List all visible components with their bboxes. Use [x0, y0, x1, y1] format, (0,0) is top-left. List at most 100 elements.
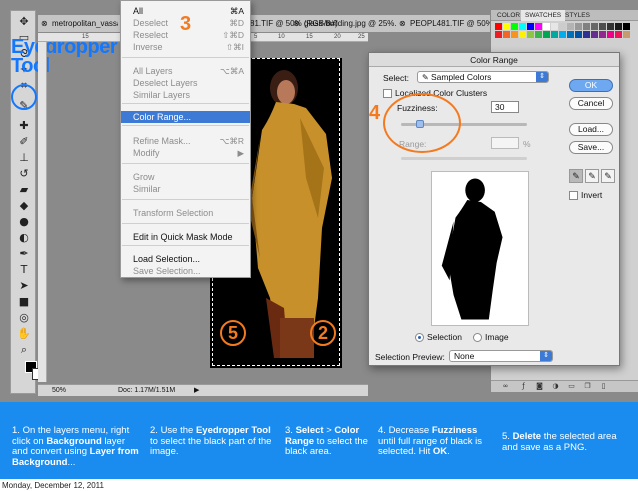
cancel-button[interactable]: Cancel — [569, 97, 613, 110]
color-swatch[interactable] — [591, 23, 598, 30]
menu-item-similar[interactable]: Similar — [121, 183, 250, 195]
menu-item-save-selection[interactable]: Save Selection... — [121, 265, 250, 277]
status-arrow-icon[interactable]: ▶ — [194, 385, 199, 397]
color-swatch[interactable] — [527, 31, 534, 38]
menu-item-load-selection[interactable]: Load Selection... — [121, 253, 250, 265]
menu-item-similar-layers[interactable]: Similar Layers — [121, 89, 250, 101]
menu-item-transform-selection[interactable]: Transform Selection — [121, 207, 250, 219]
close-icon[interactable]: ⊗ — [293, 15, 300, 33]
color-swatch[interactable] — [543, 31, 550, 38]
subtract-eyedropper-icon[interactable]: ✎ — [601, 169, 615, 183]
menu-item-color-range[interactable]: Color Range... — [121, 111, 250, 123]
color-swatch[interactable] — [519, 31, 526, 38]
tab-swatches[interactable]: SWATCHES — [521, 10, 566, 21]
color-swatch[interactable] — [495, 31, 502, 38]
color-swatch[interactable] — [575, 31, 582, 38]
color-swatch[interactable] — [599, 23, 606, 30]
tab-styles[interactable]: STYLES — [561, 10, 594, 21]
color-swatch[interactable] — [527, 23, 534, 30]
document-tab[interactable]: ⊗metropolitan_vassar... — [38, 15, 118, 33]
pen-tool-icon[interactable]: ✒ — [15, 247, 33, 261]
type-tool-icon[interactable]: T — [15, 263, 33, 277]
add-eyedropper-icon[interactable]: ✎ — [585, 169, 599, 183]
load-button[interactable]: Load... — [569, 123, 613, 136]
color-swatch[interactable] — [623, 31, 630, 38]
color-swatch[interactable] — [599, 31, 606, 38]
trash-icon[interactable]: ▯ — [599, 382, 608, 391]
menu-item-inverse[interactable]: Inverse ⇧⌘I — [121, 41, 250, 53]
eyedropper-icon[interactable]: ✎ — [569, 169, 583, 183]
radio-selection[interactable] — [415, 333, 424, 342]
brush-tool-icon[interactable]: ✐ — [15, 135, 33, 149]
color-swatch[interactable] — [503, 31, 510, 38]
clone-stamp-tool-icon[interactable]: ⊥ — [15, 151, 33, 165]
swatch-grid[interactable] — [495, 23, 631, 53]
color-swatch[interactable] — [607, 31, 614, 38]
history-brush-tool-icon[interactable]: ↺ — [15, 167, 33, 181]
color-swatch[interactable] — [623, 23, 630, 30]
paint-bucket-tool-icon[interactable]: ◆ — [15, 199, 33, 213]
menu-item-modify[interactable]: Modify ▶ — [121, 147, 250, 159]
color-swatch[interactable] — [583, 23, 590, 30]
menu-item-grow[interactable]: Grow — [121, 171, 250, 183]
path-selection-tool-icon[interactable]: ➤ — [15, 279, 33, 293]
ok-button[interactable]: OK — [569, 79, 613, 92]
blur-tool-icon[interactable]: ● — [15, 215, 33, 229]
healing-brush-tool-icon[interactable]: ✚ — [15, 119, 33, 133]
invert-checkbox[interactable] — [569, 191, 578, 200]
fx-icon[interactable]: ƒ — [519, 382, 528, 391]
save-button[interactable]: Save... — [569, 141, 613, 154]
radio-selection-label: Selection — [427, 332, 462, 342]
range-slider[interactable] — [401, 157, 527, 160]
shape-tool-icon[interactable]: ■ — [15, 295, 33, 309]
color-swatch[interactable] — [551, 23, 558, 30]
close-icon[interactable]: ⊗ — [399, 15, 406, 33]
color-swatch[interactable] — [551, 31, 558, 38]
adjustment-icon[interactable]: ◑ — [551, 382, 560, 391]
color-swatch[interactable] — [567, 23, 574, 30]
color-swatch[interactable] — [567, 31, 574, 38]
fuzziness-input[interactable]: 30 — [491, 101, 519, 113]
color-swatch[interactable] — [535, 23, 542, 30]
selection-preview-label: Selection Preview: — [375, 352, 445, 362]
document-tab[interactable]: ⊗ glass-building.jpg @ 25%... — [290, 15, 396, 33]
radio-image[interactable] — [473, 333, 482, 342]
color-swatch[interactable] — [503, 23, 510, 30]
color-swatch[interactable] — [511, 23, 518, 30]
color-swatch[interactable] — [591, 31, 598, 38]
color-swatch[interactable] — [543, 23, 550, 30]
folder-icon[interactable]: ▭ — [567, 382, 576, 391]
color-swatch[interactable] — [519, 23, 526, 30]
3d-rotate-tool-icon[interactable]: ◎ — [15, 311, 33, 325]
new-layer-icon[interactable]: ❐ — [583, 382, 592, 391]
dodge-tool-icon[interactable]: ◐ — [15, 231, 33, 245]
color-swatch[interactable] — [607, 23, 614, 30]
menu-item-refine-mask[interactable]: Refine Mask... ⌥⌘R — [121, 135, 250, 147]
color-swatch[interactable] — [535, 31, 542, 38]
localized-clusters-checkbox[interactable] — [383, 89, 392, 98]
tab-color[interactable]: COLOR — [493, 10, 524, 21]
eraser-tool-icon[interactable]: ▰ — [15, 183, 33, 197]
color-swatch[interactable] — [615, 31, 622, 38]
color-swatch[interactable] — [559, 31, 566, 38]
menu-item-edit-in-quick-mask-mode[interactable]: Edit in Quick Mask Mode — [121, 231, 250, 243]
zoom-level[interactable]: 50% — [52, 385, 66, 397]
color-swatch[interactable] — [575, 23, 582, 30]
zoom-tool-icon[interactable]: ⌕ — [15, 343, 33, 357]
selection-preview-popup[interactable]: None ⇕ — [449, 350, 553, 362]
document-tab[interactable]: ⊗PEOPL481.TIF @ 50% (RGB — [396, 15, 490, 33]
color-swatch[interactable] — [495, 23, 502, 30]
move-tool-icon[interactable]: ✥ — [15, 15, 33, 29]
color-swatch[interactable] — [559, 23, 566, 30]
mask-icon[interactable]: ◙ — [535, 382, 544, 391]
color-swatch[interactable] — [615, 23, 622, 30]
menu-item-all-layers[interactable]: All Layers ⌥⌘A — [121, 65, 250, 77]
select-popup[interactable]: ✎ Sampled Colors ⇕ — [417, 71, 549, 83]
color-swatch[interactable] — [511, 31, 518, 38]
link-icon[interactable]: ∞ — [501, 382, 510, 391]
color-swatch[interactable] — [583, 31, 590, 38]
range-input[interactable] — [491, 137, 519, 149]
menu-item-deselect-layers[interactable]: Deselect Layers — [121, 77, 250, 89]
close-icon[interactable]: ⊗ — [41, 15, 48, 33]
hand-tool-icon[interactable]: ✋ — [15, 327, 33, 341]
